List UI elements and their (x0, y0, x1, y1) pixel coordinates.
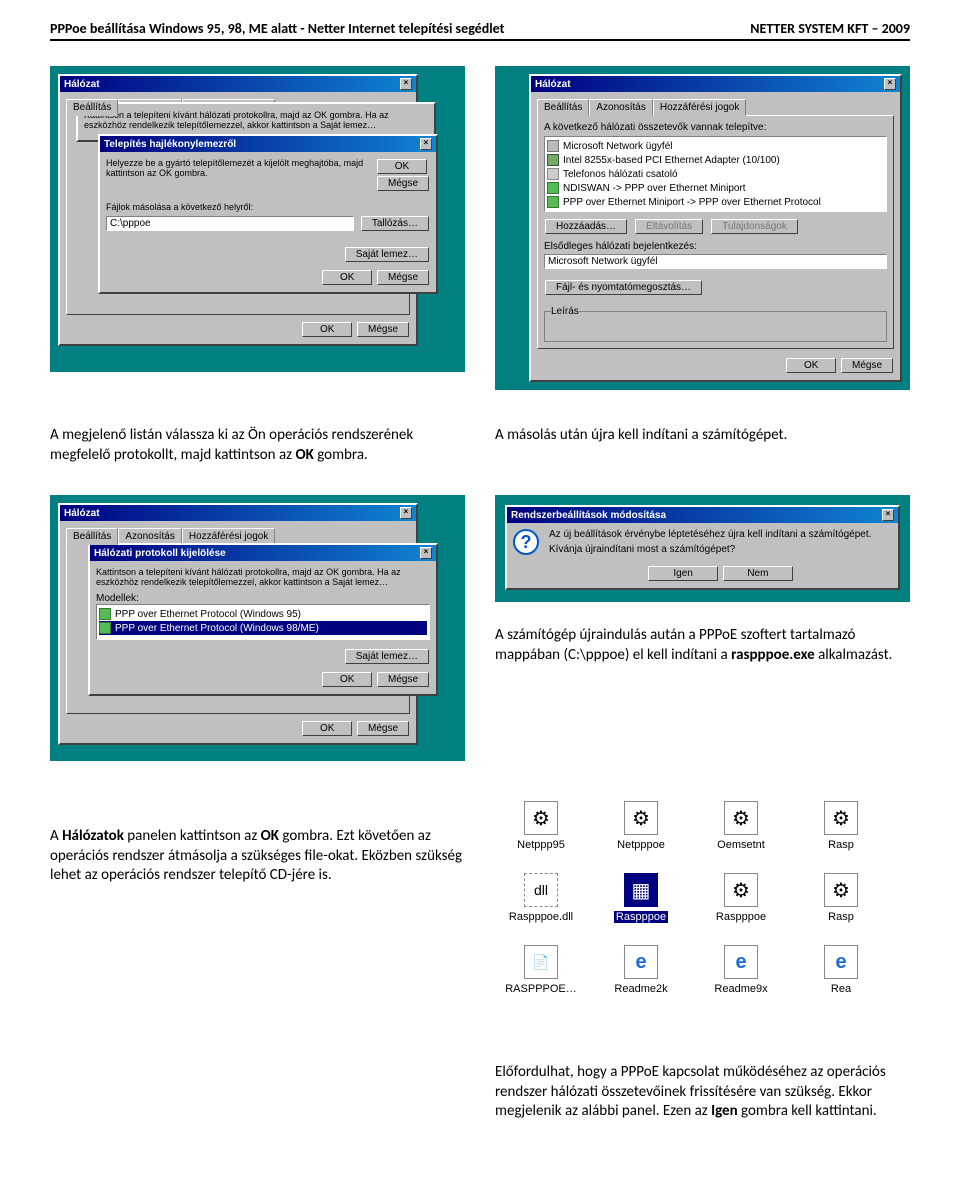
question-icon: ? (513, 529, 539, 555)
dialog-text: Kattintson a telepíteni kívánt hálózati … (96, 567, 430, 587)
tab[interactable]: Beállítás (66, 99, 118, 116)
list-item[interactable]: Telefonos hálózati csatoló (547, 167, 884, 181)
label: A következő hálózati összetevők vannak t… (544, 122, 887, 133)
dialog-text: Az új beállítások érvénybe léptetéséhez … (549, 529, 892, 540)
cancel-button[interactable]: Mégse (377, 270, 429, 285)
file-icon[interactable]: dllRaspppoe.dll (501, 873, 581, 923)
screenshot-install-dialogs: Hálózat× Beállítás Azonosítás Hozzáférés… (50, 66, 465, 372)
body-text: A másolás után újra kell indítani a szám… (495, 426, 910, 446)
dialog-title: Telepítés hajlékonylemezről (104, 139, 236, 150)
dialog-text: Kattintson a telepíteni kívánt hálózati … (84, 110, 428, 130)
file-icon[interactable]: 📄RASPPPOE… (501, 945, 581, 995)
screenshot-network-panel: Hálózat × Beállítás Azonosítás Hozzáférés… (495, 66, 910, 390)
properties-button: Tulajdonságok (711, 219, 798, 234)
tab[interactable]: Beállítás (537, 99, 589, 116)
label: Leírás (551, 306, 579, 317)
screenshot-protocol-select: Hálózat× Beállítás Azonosítás Hozzáférés… (50, 495, 465, 761)
share-button[interactable]: Fájl- és nyomtatómegosztás… (545, 280, 702, 295)
close-icon[interactable]: × (882, 509, 894, 521)
list-item[interactable]: PPP over Ethernet Miniport -> PPP over E… (547, 195, 884, 209)
ok-button[interactable]: OK (302, 721, 352, 736)
remove-button: Eltávolítás (635, 219, 703, 234)
screenshot-restart-dialog: Rendszerbeállítások módosítása × ? Az új … (495, 495, 910, 602)
ok-button[interactable]: OK (322, 270, 372, 285)
file-icon[interactable]: ⚙Rasp (801, 801, 881, 851)
close-icon[interactable]: × (400, 78, 412, 90)
body-text: A számítógép újraindulás aután a PPPoE s… (495, 626, 910, 665)
own-disk-button[interactable]: Saját lemez… (345, 649, 429, 664)
primary-login-select[interactable]: Microsoft Network ügyfél (544, 254, 887, 269)
file-icon[interactable]: ⚙Rasp (801, 873, 881, 923)
label: Elsődleges hálózati bejelentkezés: (544, 241, 887, 252)
own-disk-button[interactable]: Saját lemez… (345, 247, 429, 262)
list-item[interactable]: NDISWAN -> PPP over Ethernet Miniport (547, 181, 884, 195)
close-icon[interactable]: × (420, 547, 432, 559)
file-icon[interactable]: ⚙Raspppoe (701, 873, 781, 923)
cancel-button[interactable]: Mégse (841, 358, 893, 373)
label: Modellek: (96, 593, 430, 604)
tab[interactable]: Beállítás (66, 528, 118, 545)
body-text: A megjelenő listán válassza ki az Ön ope… (50, 426, 465, 465)
file-icon[interactable]: eRea (801, 945, 881, 995)
cancel-button[interactable]: Mégse (377, 176, 429, 191)
tab[interactable]: Azonosítás (589, 99, 652, 116)
body-text: Előfordulhat, hogy a PPPoE kapcsolat műk… (495, 1063, 910, 1122)
screenshot-explorer-icons: ⚙Netppp95 ⚙Netpppoe ⚙Oemsetnt ⚙Rasp dllR… (495, 791, 910, 1027)
add-button[interactable]: Hozzáadás… (545, 219, 627, 234)
dialog-text: Helyezze be a gyártó telepítőlemezét a k… (106, 158, 368, 192)
close-icon[interactable]: × (400, 507, 412, 519)
dialog-title: Rendszerbeállítások módosítása (511, 510, 666, 521)
yes-button[interactable]: Igen (648, 566, 718, 581)
dialog-title: Hálózati protokoll kijelölése (94, 548, 226, 559)
list-item[interactable]: Microsoft Network ügyfél (547, 139, 884, 153)
no-button[interactable]: Nem (723, 566, 793, 581)
win-title: Hálózat (535, 79, 571, 90)
file-icon[interactable]: eReadme2k (601, 945, 681, 995)
ok-button[interactable]: OK (322, 672, 372, 687)
list-item[interactable]: PPP over Ethernet Protocol (Windows 98/M… (99, 621, 427, 635)
cancel-button[interactable]: Mégse (357, 322, 409, 337)
file-icon-selected[interactable]: ▦Raspppoe (601, 873, 681, 923)
header-right: NETTER SYSTEM KFT – 2009 (750, 20, 910, 37)
dialog-text: Kívánja újraindítani most a számítógépet… (549, 544, 892, 555)
page-header: PPPoe beállítása Windows 95, 98, ME alat… (50, 20, 910, 41)
list-item[interactable]: Intel 8255x-based PCI Ethernet Adapter (… (547, 153, 884, 167)
file-icon[interactable]: ⚙Oemsetnt (701, 801, 781, 851)
ok-button[interactable]: OK (377, 159, 427, 174)
body-text: A Hálózatok panelen kattintson az OK gom… (50, 797, 465, 886)
label: Fájlok másolása a következő helyről: (106, 202, 430, 212)
ok-button[interactable]: OK (786, 358, 836, 373)
win-title: Hálózat (64, 508, 100, 519)
file-icon[interactable]: ⚙Netppp95 (501, 801, 581, 851)
browse-button[interactable]: Tallózás… (361, 216, 429, 231)
close-icon[interactable]: × (884, 78, 896, 90)
file-icon[interactable]: ⚙Netpppoe (601, 801, 681, 851)
file-icon[interactable]: eReadme9x (701, 945, 781, 995)
cancel-button[interactable]: Mégse (357, 721, 409, 736)
close-icon[interactable]: × (420, 138, 432, 150)
tab[interactable]: Hozzáférési jogok (653, 99, 746, 116)
list-item[interactable]: PPP over Ethernet Protocol (Windows 95) (99, 607, 427, 621)
ok-button[interactable]: OK (302, 322, 352, 337)
header-left: PPPoe beállítása Windows 95, 98, ME alat… (50, 20, 504, 37)
win-title: Hálózat (64, 79, 100, 90)
cancel-button[interactable]: Mégse (377, 672, 429, 687)
path-input[interactable]: C:\pppoe (106, 216, 354, 231)
